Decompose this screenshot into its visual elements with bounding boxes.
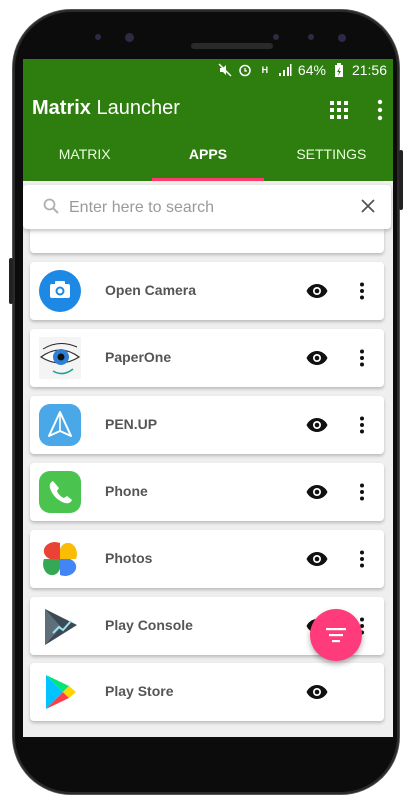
app-row-paperone[interactable]: PaperOne: [30, 329, 384, 387]
visibility-icon[interactable]: [306, 282, 328, 300]
paper-plane-icon: [39, 404, 81, 446]
app-name: Play Console: [105, 617, 193, 633]
overflow-menu-icon[interactable]: [377, 99, 383, 121]
hspa-signal-icon: H: [261, 65, 269, 75]
app-name: PEN.UP: [105, 416, 158, 432]
close-icon[interactable]: [361, 199, 375, 213]
app-row-photos[interactable]: Photos: [30, 530, 384, 588]
play-console-icon: [45, 609, 77, 645]
visibility-icon[interactable]: [306, 550, 328, 568]
app-name: Photos: [105, 550, 153, 566]
row-menu-icon[interactable]: [359, 416, 365, 434]
app-title: Matrix Launcher: [32, 97, 180, 119]
sensor-dot: [308, 34, 314, 40]
search-bar: [23, 185, 391, 229]
row-menu-icon[interactable]: [359, 483, 365, 501]
app-row-phone[interactable]: Phone: [30, 463, 384, 521]
grid-view-icon[interactable]: [330, 101, 348, 119]
status-bar: H 64% 21:56: [23, 59, 393, 83]
visibility-icon[interactable]: [306, 416, 328, 434]
mute-icon: [218, 63, 232, 77]
app-name: Phone: [105, 483, 148, 499]
row-menu-icon[interactable]: [359, 550, 365, 568]
visibility-icon[interactable]: [306, 683, 328, 701]
search-icon: [43, 198, 59, 214]
sort-icon: [326, 628, 346, 643]
play-store-icon: [46, 675, 76, 709]
power-button: [399, 150, 403, 210]
tab-bar: MATRIX APPS SETTINGS: [23, 139, 393, 181]
app-row-play-store[interactable]: Play Store: [30, 663, 384, 721]
app-name: Play Store: [105, 683, 174, 699]
battery-percent: 64%: [297, 62, 326, 78]
visibility-icon[interactable]: [306, 483, 328, 501]
pinwheel-icon: [43, 542, 77, 576]
tab-matrix[interactable]: MATRIX: [23, 139, 146, 181]
alarm-icon: [238, 63, 252, 77]
tab-settings[interactable]: SETTINGS: [270, 139, 393, 181]
app-name: PaperOne: [105, 349, 172, 365]
app-row-penup[interactable]: PEN.UP: [30, 396, 384, 454]
visibility-icon[interactable]: [306, 349, 328, 367]
app-name: Open Camera: [105, 282, 197, 298]
row-menu-icon[interactable]: [359, 349, 365, 367]
tab-apps[interactable]: APPS: [146, 139, 269, 181]
battery-charging-icon: [332, 62, 346, 77]
sensor-dot: [273, 34, 279, 40]
sort-fab-button[interactable]: [310, 609, 362, 661]
search-input[interactable]: [67, 196, 341, 220]
camera-icon: [39, 270, 81, 312]
volume-button: [9, 258, 13, 304]
list-item-partial[interactable]: [30, 229, 384, 253]
cell-signal-icon: [278, 63, 292, 77]
eye-art-icon: [39, 337, 81, 379]
front-camera: [125, 33, 134, 42]
app-bar: Matrix Launcher: [23, 83, 393, 139]
iris-scanner: [338, 34, 346, 42]
sensor-dot: [95, 34, 101, 40]
phone-icon: [39, 471, 81, 513]
row-menu-icon[interactable]: [359, 282, 365, 300]
clock: 21:56: [351, 62, 387, 78]
app-row-open-camera[interactable]: Open Camera: [30, 262, 384, 320]
earpiece-speaker: [191, 43, 273, 49]
